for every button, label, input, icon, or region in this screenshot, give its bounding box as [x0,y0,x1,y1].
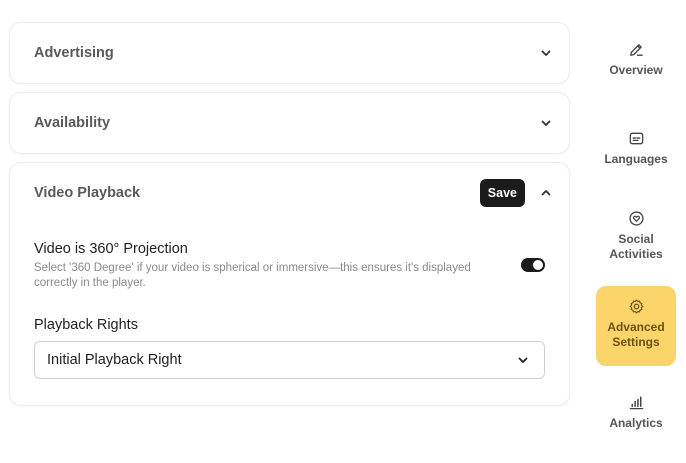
toggle-knob [533,260,543,270]
sidebar-item-label: Analytics [609,416,663,430]
sidebar-item-label: Advanced Settings [607,320,665,349]
sidebar-item-analytics[interactable]: Analytics [596,393,676,441]
availability-title: Availability [34,115,111,131]
edit-icon [627,40,645,58]
availability-panel: Availability [9,92,570,154]
sidebar-item-label: Overview [609,63,663,77]
video-playback-actions: Save [479,179,555,207]
chevron-down-icon[interactable] [537,114,555,132]
video-playback-header: Video Playback Save [34,163,555,223]
advertising-panel: Advertising [9,22,570,84]
chevron-up-icon[interactable] [537,184,555,202]
bar-chart-icon [627,393,645,411]
subtitles-icon [627,129,645,147]
save-button[interactable]: Save [479,179,525,207]
gear-icon [627,297,645,315]
sidebar-item-label: Social Activities [609,232,663,261]
sidebar-item-label: Languages [604,152,668,166]
projection-option-title: Video is 360° Projection [34,241,188,257]
advertising-title: Advertising [34,45,114,61]
chevron-down-icon[interactable] [537,44,555,62]
chevron-down-icon [514,351,532,369]
sidebar-item-overview[interactable]: Overview [596,40,676,88]
playback-rights-label: Playback Rights [34,317,138,333]
video-playback-title: Video Playback [34,185,141,201]
heart-badge-icon [627,209,645,227]
playback-rights-select[interactable]: Initial Playback Right [34,341,545,379]
availability-header[interactable]: Availability [34,93,555,153]
video-playback-panel: Video Playback Save Video is 360° Projec… [9,162,570,406]
projection-option-description: Select '360 Degree' if your video is sph… [34,262,471,289]
advertising-header[interactable]: Advertising [34,23,555,83]
playback-rights-value: Initial Playback Right [47,352,182,368]
projection-toggle[interactable] [521,258,545,272]
sidebar-item-languages[interactable]: Languages [596,129,676,177]
sidebar-item-social-activities[interactable]: Social Activities [596,209,676,269]
sidebar-item-advanced-settings[interactable]: Advanced Settings [596,286,676,366]
